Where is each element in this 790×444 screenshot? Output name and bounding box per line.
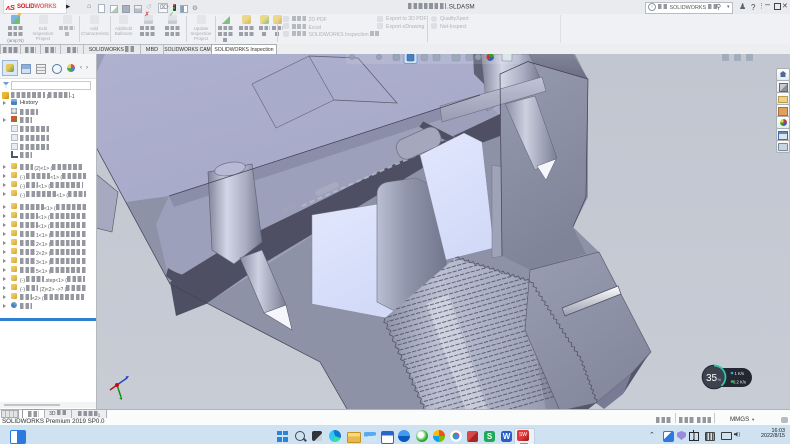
svg-text:1 K/s: 1 K/s xyxy=(734,371,744,376)
svg-text:35: 35 xyxy=(706,373,718,384)
svg-text:%: % xyxy=(718,377,722,382)
svg-text:0.2 K/s: 0.2 K/s xyxy=(733,380,746,385)
